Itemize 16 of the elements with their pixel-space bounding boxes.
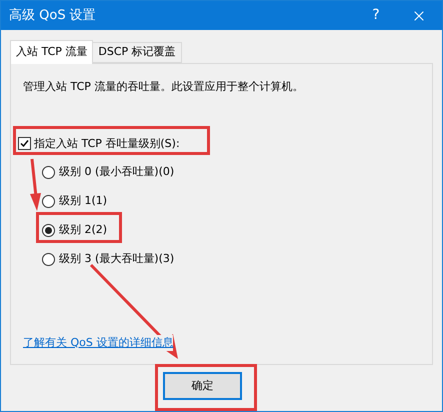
level-radio[interactable]: 级别 0 (最小吞吐量)(0) <box>42 163 174 181</box>
radio-label: 级别 0 (最小吞吐量)(0) <box>59 164 174 180</box>
tab[interactable]: 入站 TCP 流量 <box>10 40 94 64</box>
level-radio[interactable]: 级别 2(2) <box>42 221 108 239</box>
description-text: 管理入站 TCP 流量的吞吐量。此设置应用于整个计算机。 <box>23 79 304 95</box>
arrow <box>30 158 41 211</box>
radio-label: 级别 2(2) <box>59 222 108 238</box>
level-radio[interactable]: 级别 3 (最大吞吐量)(3) <box>42 250 174 268</box>
radio-label: 级别 1(1) <box>59 192 108 209</box>
ok-button[interactable]: 确定 <box>163 372 242 400</box>
help-link[interactable]: 了解有关 QoS 设置的详细信息 <box>23 334 174 351</box>
level-radio[interactable]: 级别 1(1) <box>42 192 108 210</box>
radio-label: 级别 3 (最大吞吐量)(3) <box>59 250 174 267</box>
window-title: 高级 QoS 设置 <box>9 6 97 25</box>
help-button[interactable]: ? <box>356 1 396 30</box>
tab[interactable]: DSCP 标记覆盖 <box>93 42 182 63</box>
